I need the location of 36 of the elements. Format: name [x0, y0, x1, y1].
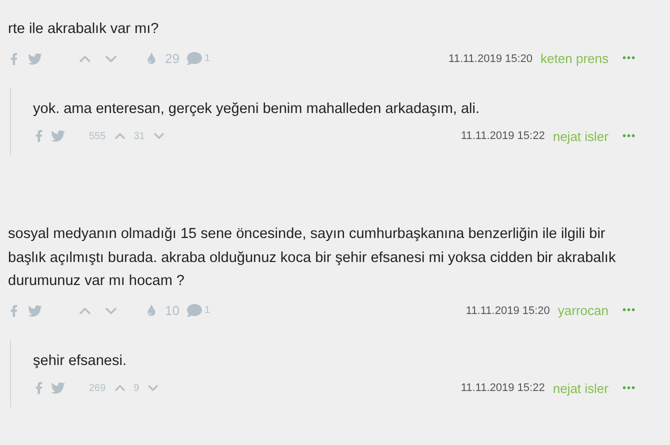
comment-count: 1 — [204, 305, 210, 316]
twitter-icon[interactable] — [51, 129, 65, 143]
more-button[interactable]: ••• — [622, 130, 636, 142]
twitter-icon[interactable] — [28, 52, 42, 66]
downvote-count: 9 — [134, 382, 140, 394]
favorite-count: 29 — [165, 51, 180, 66]
facebook-icon[interactable] — [33, 382, 45, 394]
entry-text: rte ile akrabalık var mı? — [8, 20, 160, 39]
entry-date: 11.11.2019 15:22 — [460, 382, 545, 394]
favorite-count: 10 — [165, 303, 180, 318]
facebook-icon[interactable] — [8, 304, 20, 316]
more-button[interactable]: ••• — [622, 382, 636, 394]
twitter-icon[interactable] — [51, 381, 65, 395]
more-button[interactable]: ••• — [622, 53, 636, 64]
upvote-count: 555 — [89, 130, 106, 142]
comment-icon[interactable] — [187, 51, 202, 66]
entry-text: sosyal medyanın olmadığı 15 sene öncesinde, sayın cumhurbaşkanına benzerliğin ile ilgili bir başlık açılmıştı burada. akraba olduğunuz koca bir şehir efsanesi mi yoksa cidden bir akrabalık durumunuz var mı hocam ? — [8, 225, 617, 291]
more-button[interactable]: ••• — [622, 305, 636, 316]
entry-text: yok. ama enteresan, gerçek yeğeni benim mahalleden arkadaşım, ali. — [33, 100, 481, 118]
drop-icon[interactable] — [146, 53, 157, 64]
entry-date: 11.11.2019 15:20 — [466, 304, 550, 316]
author-link[interactable]: keten prens — [540, 51, 608, 66]
facebook-icon[interactable] — [33, 130, 45, 142]
entry-date: 11.11.2019 15:20 — [448, 52, 533, 64]
facebook-icon[interactable] — [8, 52, 20, 64]
entry-date: 11.11.2019 15:22 — [460, 130, 545, 142]
author-link[interactable]: nejat isler — [552, 380, 608, 396]
comment-icon[interactable] — [187, 303, 202, 318]
downvote-count: 31 — [134, 130, 145, 142]
author-link[interactable]: nejat isler — [552, 128, 608, 144]
twitter-icon[interactable] — [28, 304, 42, 318]
comment-count: 1 — [204, 53, 210, 64]
author-link[interactable]: yarrocan — [558, 303, 608, 318]
entry-text: şehir efsanesi. — [33, 352, 128, 370]
upvote-count: 269 — [89, 382, 106, 394]
drop-icon[interactable] — [146, 305, 157, 316]
